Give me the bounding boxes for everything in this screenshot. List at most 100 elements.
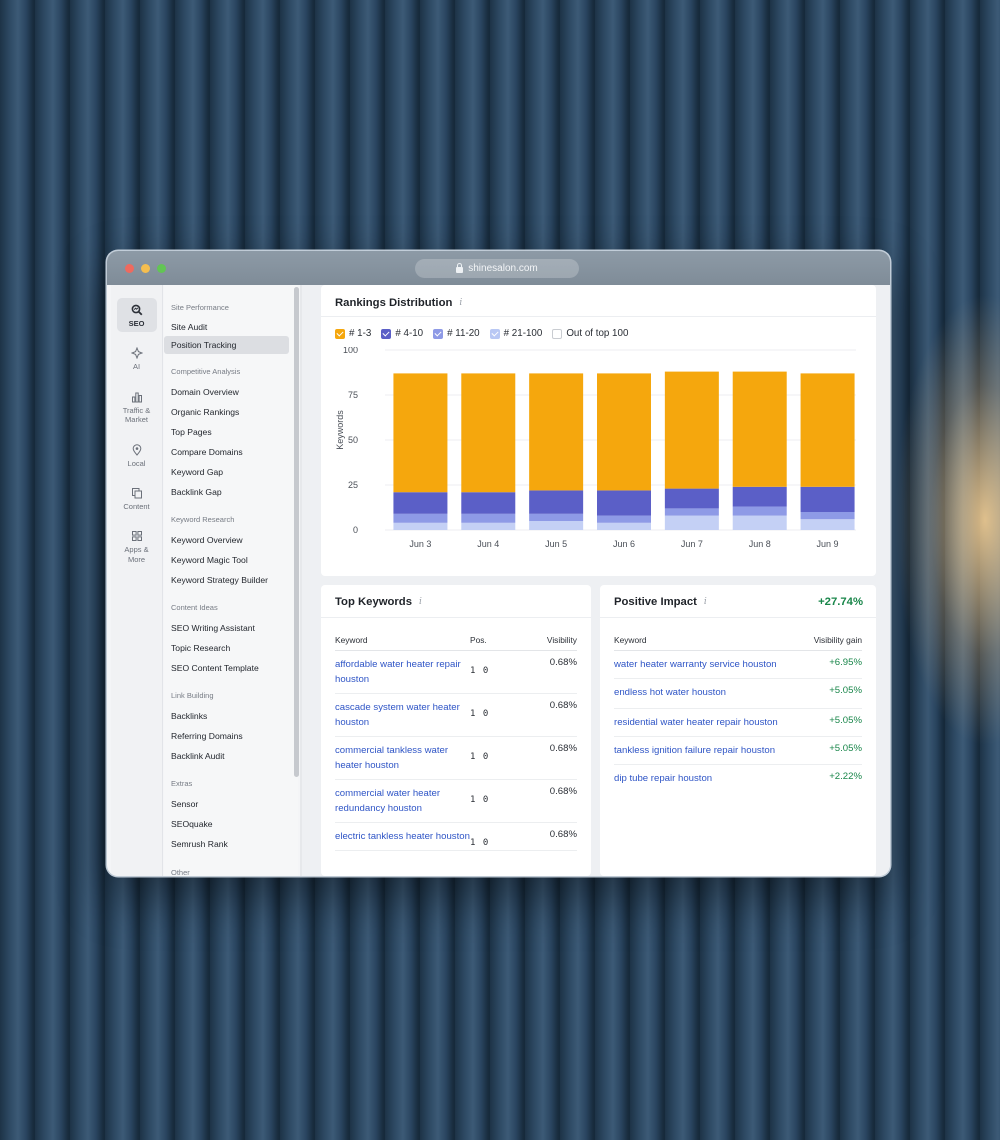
nav-item-backlink-gap[interactable]: Backlink Gap	[164, 482, 289, 502]
rail-item-seo[interactable]: SEO	[116, 298, 157, 333]
nav-item-backlink-audit[interactable]: Backlink Audit	[164, 746, 289, 766]
bar-segment	[800, 512, 855, 520]
nav-item-site-audit[interactable]: Site Audit	[164, 318, 289, 336]
y-tick-label: 100	[343, 347, 358, 355]
nav-item-keyword-strategy-builder[interactable]: Keyword Strategy Builder	[164, 570, 289, 590]
rail-item-local[interactable]: Local	[117, 438, 157, 472]
keyword-link[interactable]: cascade system water heater houston	[335, 700, 470, 730]
rail-item-apps-more[interactable]: Apps & More	[117, 524, 157, 568]
legend-label: # 1-3	[349, 328, 372, 339]
x-tick-label: Jun 4	[477, 539, 499, 549]
window-controls	[125, 264, 166, 273]
positive-impact-table: Keyword Visibility gain water heater war…	[614, 635, 862, 794]
nav-item-sensor[interactable]: Sensor	[164, 794, 289, 814]
keyword-link[interactable]: endless hot water houston	[614, 685, 784, 700]
card-divider	[600, 617, 876, 618]
x-tick-label: Jun 5	[545, 539, 567, 549]
nav-item-keyword-overview[interactable]: Keyword Overview	[164, 530, 289, 550]
nav-item-seoquake[interactable]: SEOquake	[164, 814, 289, 834]
bar-segment	[800, 519, 855, 530]
rail-item-traffic-market[interactable]: Traffic & Market	[117, 385, 157, 429]
position-value: 1 0	[470, 666, 490, 676]
nav-item-organic-rankings[interactable]: Organic Rankings	[164, 402, 289, 422]
bar-segment	[529, 521, 584, 530]
nav-section-title: Extras	[171, 779, 193, 788]
table-row: tankless ignition failure repair houston…	[614, 736, 862, 765]
bar-segment	[393, 522, 448, 530]
address-bar[interactable]: shinesalon.com	[415, 259, 579, 278]
table-row: commercial water heater redundancy houst…	[335, 779, 577, 823]
column-header-visibility-gain[interactable]: Visibility gain	[784, 635, 862, 651]
nav-item-referring-domains[interactable]: Referring Domains	[164, 726, 289, 746]
nav-item-compare-domains[interactable]: Compare Domains	[164, 442, 289, 462]
traffic-icon	[131, 392, 142, 403]
positive-impact-title-row: Positive Impact i	[614, 596, 707, 608]
checkbox-icon	[489, 328, 500, 339]
nav-item-backlinks[interactable]: Backlinks	[164, 706, 289, 726]
nav-section-title: Site Performance	[171, 303, 229, 312]
visibility-gain-value: +5.05%	[784, 708, 862, 737]
x-tick-label: Jun 7	[681, 539, 703, 549]
keyword-link[interactable]: dip tube repair houston	[614, 771, 784, 786]
bar-segment	[529, 490, 584, 514]
close-window-button[interactable]	[125, 264, 134, 273]
nav-item-topic-research[interactable]: Topic Research	[164, 638, 289, 658]
column-header-pos[interactable]: Pos.	[470, 635, 525, 651]
rail-label: Apps & More	[124, 545, 149, 564]
nav-scrollbar[interactable]	[294, 287, 299, 777]
table-row: commercial tankless water heater houston…	[335, 736, 577, 780]
bar-segment	[529, 513, 584, 521]
visibility-gain-value: +5.05%	[784, 736, 862, 765]
rail-item-content[interactable]: Content	[117, 481, 157, 515]
info-icon[interactable]: i	[459, 298, 462, 308]
checkbox-icon	[433, 328, 444, 339]
keyword-link[interactable]: residential water heater repair houston	[614, 715, 784, 730]
y-axis-label: Keywords	[335, 410, 345, 450]
keyword-link[interactable]: water heater warranty service houston	[614, 657, 784, 672]
legend-label: # 21-100	[503, 328, 543, 339]
info-icon[interactable]: i	[419, 597, 422, 607]
nav-section-title: Competitive Analysis	[171, 367, 241, 376]
nav-item-semrush-rank[interactable]: Semrush Rank	[164, 834, 289, 854]
legend-item-4-10[interactable]: # 4-10	[381, 328, 423, 339]
bar-segment	[461, 373, 516, 493]
maximize-window-button[interactable]	[157, 264, 166, 273]
rail-label: AI	[132, 362, 141, 372]
x-tick-label: Jun 9	[817, 539, 839, 549]
bar-segment	[732, 515, 787, 530]
secondary-nav: Site Performance Site Audit Position Tra…	[164, 285, 298, 876]
nav-item-keyword-gap[interactable]: Keyword Gap	[164, 462, 289, 482]
minimize-window-button[interactable]	[141, 264, 150, 273]
nav-section-title: Keyword Research	[171, 515, 235, 524]
top-keywords-title-row: Top Keywords i	[335, 596, 422, 608]
legend-item-11-20[interactable]: # 11-20	[433, 328, 480, 339]
keyword-link[interactable]: affordable water heater repair houston	[335, 657, 470, 687]
legend-label: Out of top 100	[566, 328, 629, 339]
nav-item-keyword-magic-tool[interactable]: Keyword Magic Tool	[164, 550, 289, 570]
column-header-visibility[interactable]: Visibility	[525, 635, 577, 651]
nav-item-seo-content-template[interactable]: SEO Content Template	[164, 658, 289, 678]
rankings-title-row: Rankings Distribution i	[335, 297, 462, 309]
bar-segment	[664, 371, 719, 489]
nav-item-seo-writing-assistant[interactable]: SEO Writing Assistant	[164, 618, 289, 638]
position-value: 1 0	[470, 795, 490, 805]
nav-section-title: Other	[171, 868, 190, 876]
keyword-link[interactable]: tankless ignition failure repair houston	[614, 743, 784, 758]
keyword-link[interactable]: electric tankless heater houston	[335, 829, 470, 844]
y-tick-label: 75	[348, 390, 358, 400]
lock-icon	[456, 262, 464, 273]
info-icon[interactable]: i	[704, 597, 707, 607]
legend-item-21-100[interactable]: # 21-100	[489, 328, 543, 339]
legend-item-out-of-top-100[interactable]: Out of top 100	[552, 328, 628, 339]
nav-item-top-pages[interactable]: Top Pages	[164, 422, 289, 442]
keyword-link[interactable]: commercial tankless water heater houston	[335, 743, 470, 773]
column-header-keyword[interactable]: Keyword	[335, 635, 470, 651]
visibility-value: 0.68%	[525, 822, 577, 851]
keyword-link[interactable]: commercial water heater redundancy houst…	[335, 786, 470, 816]
rail-label: Local	[127, 458, 146, 468]
nav-item-domain-overview[interactable]: Domain Overview	[164, 382, 289, 402]
legend-item-1-3[interactable]: # 1-3	[335, 328, 371, 339]
nav-item-position-tracking[interactable]: Position Tracking	[164, 336, 289, 354]
column-header-keyword[interactable]: Keyword	[614, 635, 784, 651]
rail-item-ai[interactable]: AI	[117, 341, 157, 375]
